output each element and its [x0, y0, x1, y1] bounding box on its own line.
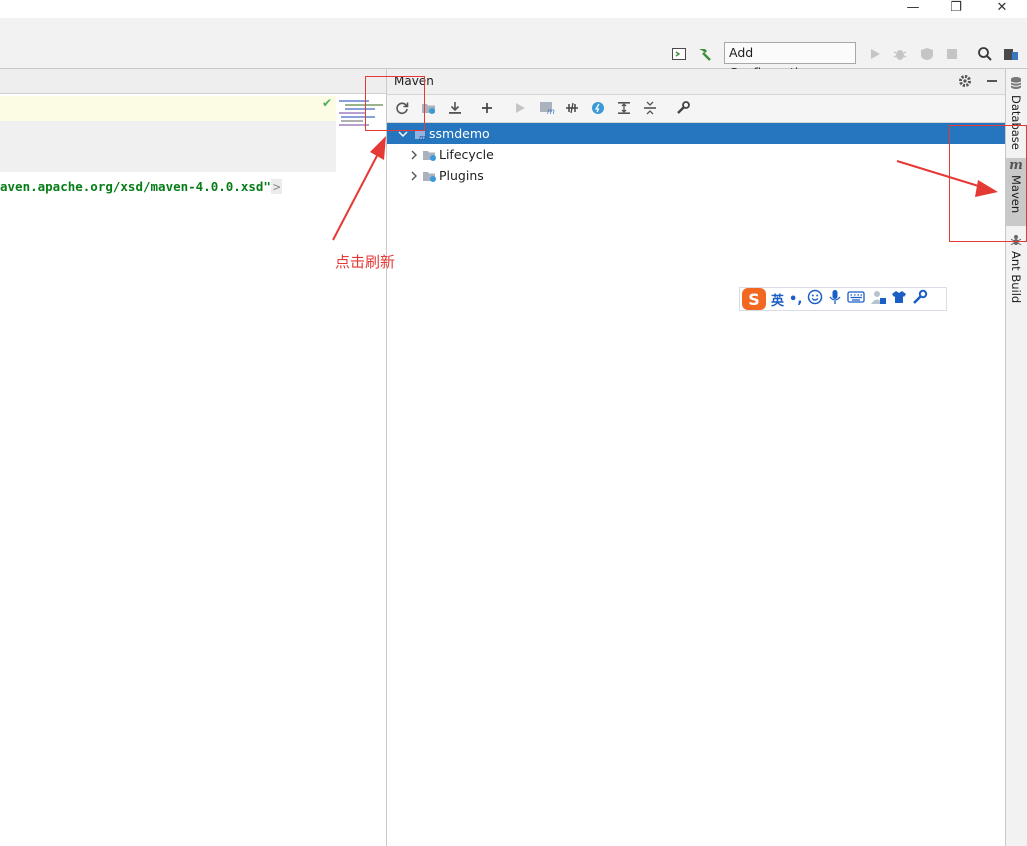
ime-punctuation-toggle[interactable]: •, [789, 292, 802, 307]
ime-wrench-icon[interactable] [912, 289, 928, 309]
emoji-icon[interactable] [807, 289, 823, 309]
annotation-arrows [332, 136, 998, 241]
sogou-logo-icon[interactable]: S [742, 288, 766, 310]
annotation-note: 点击刷新 [335, 253, 396, 271]
ime-mode-toggle[interactable]: 英 [771, 290, 784, 309]
user-icon[interactable] [870, 289, 887, 309]
ime-toolbar: S 英 •, [739, 287, 947, 311]
keyboard-icon[interactable] [847, 290, 865, 308]
microphone-icon[interactable] [828, 289, 842, 309]
skin-shirt-icon[interactable] [891, 289, 907, 309]
